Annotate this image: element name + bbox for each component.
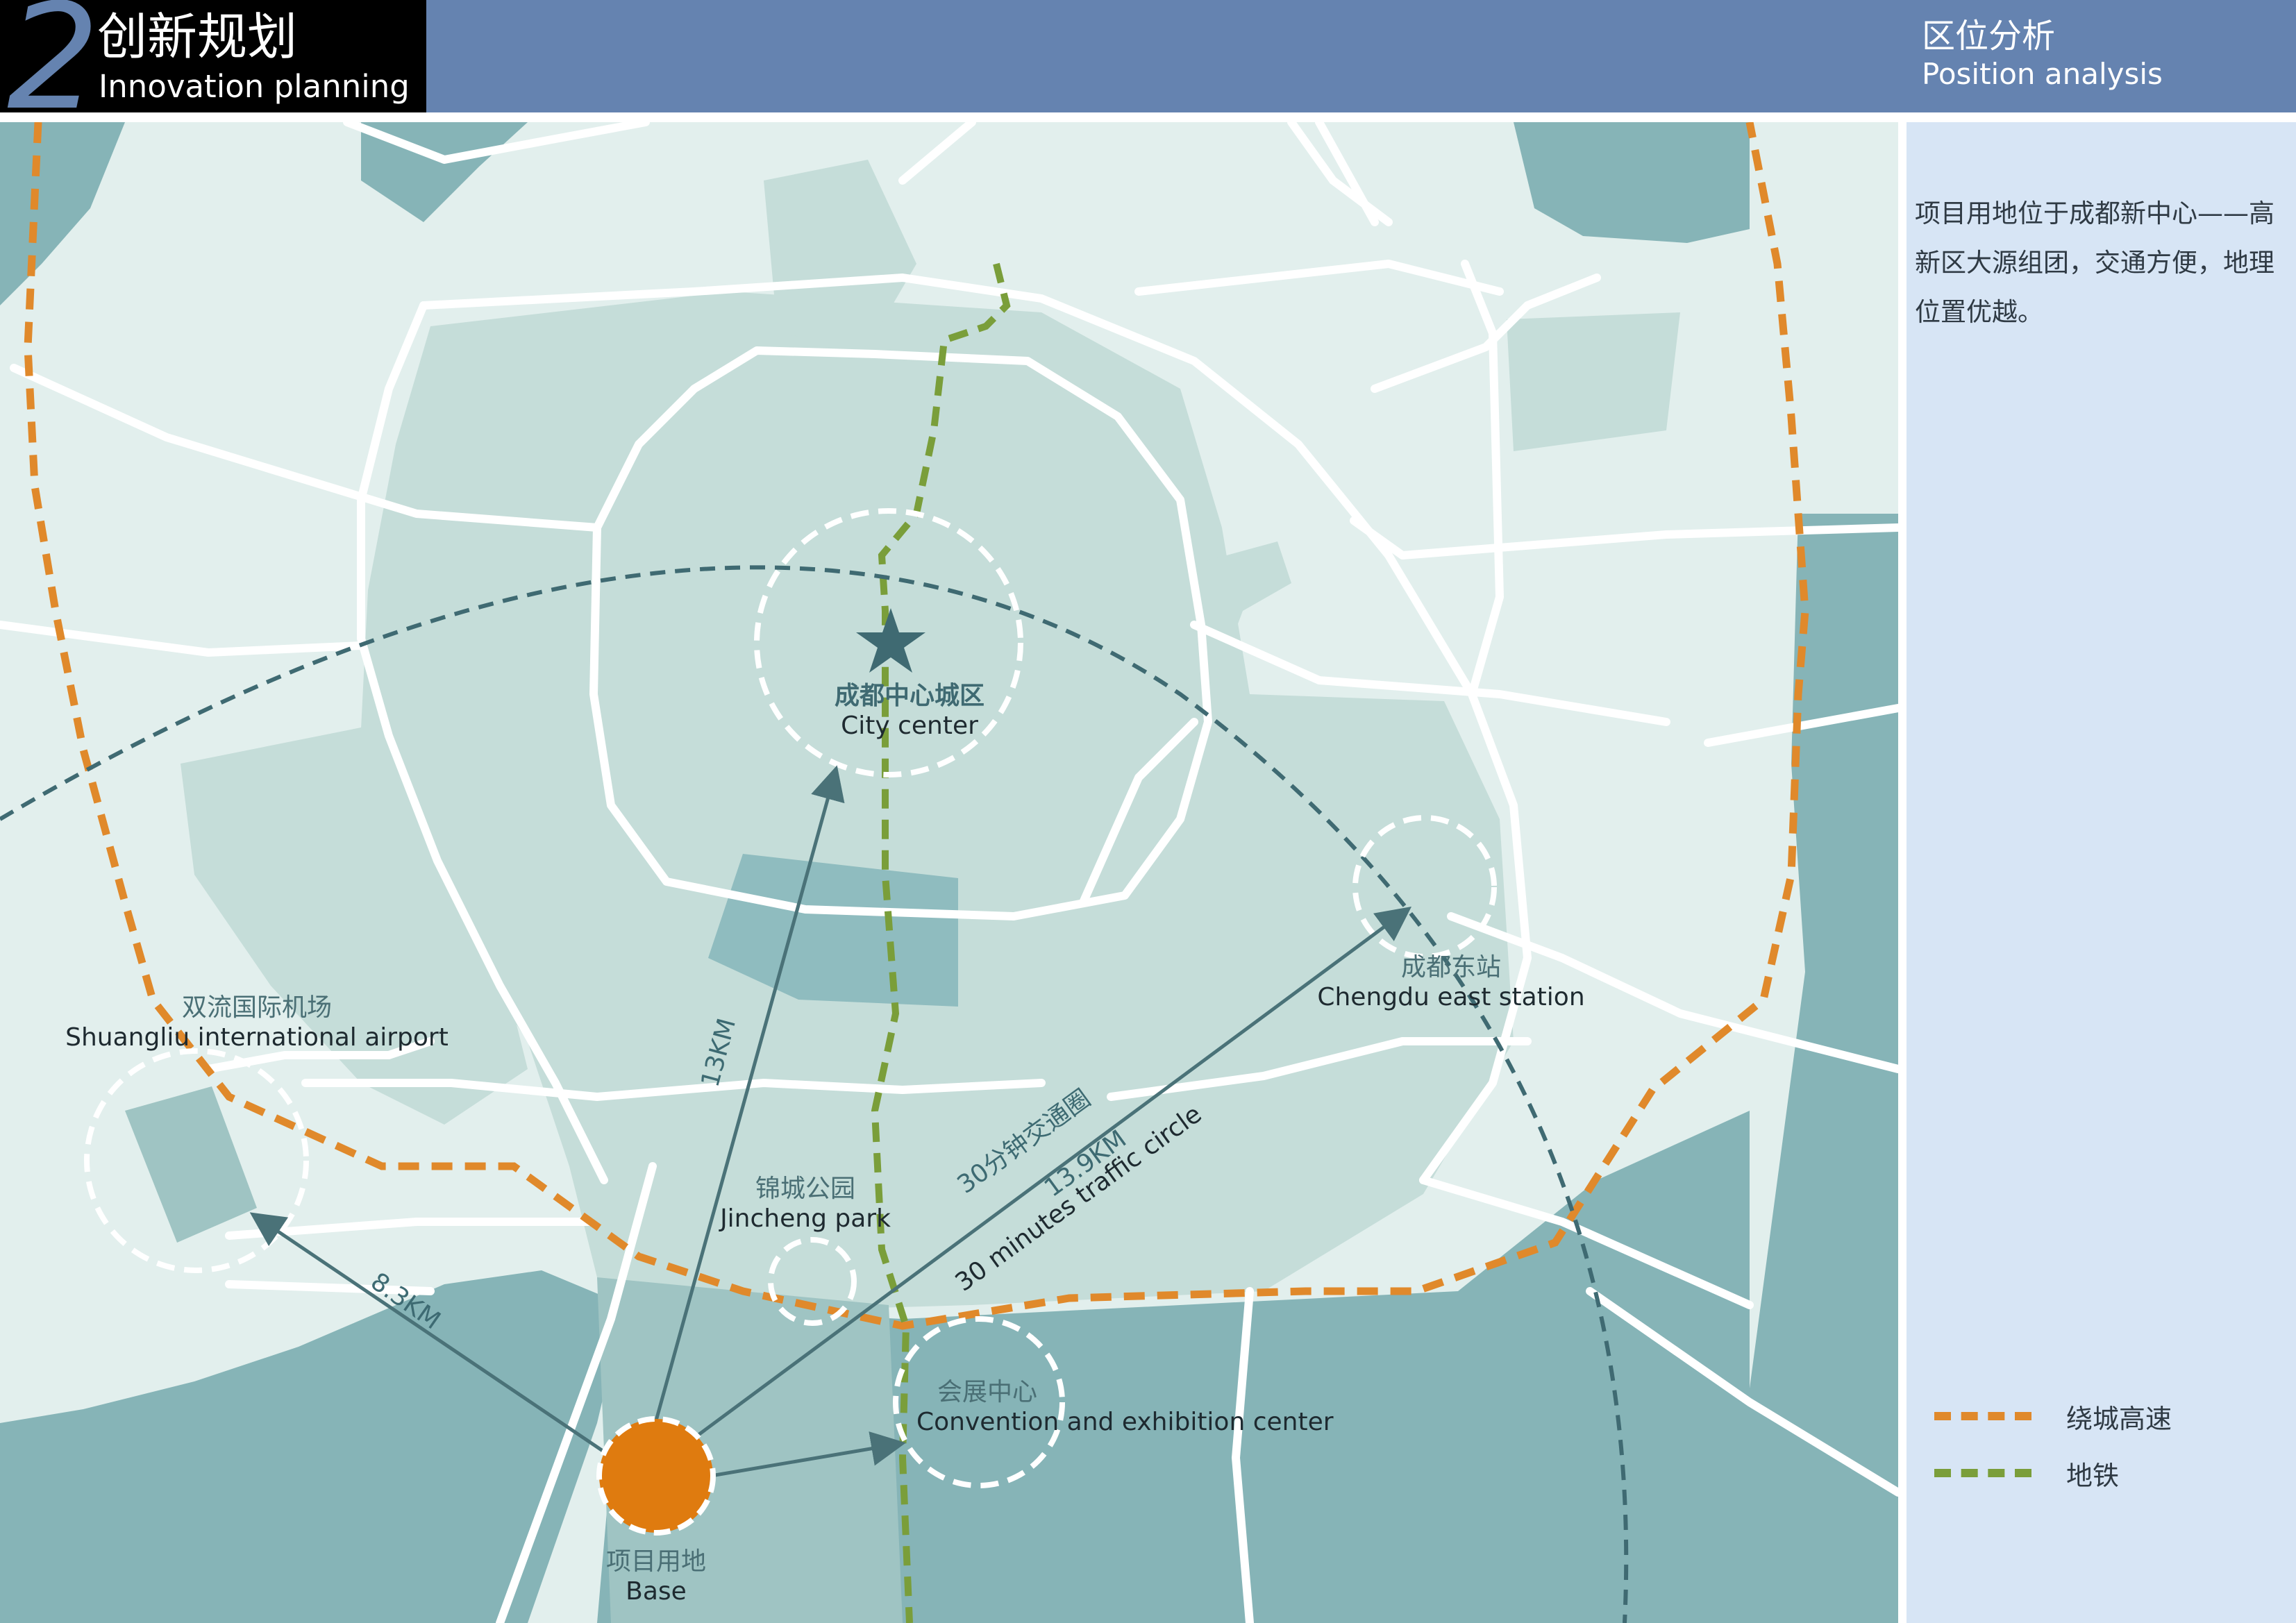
urban-area-core <box>361 292 1514 1312</box>
location-map: 成都中心城区 City center 成都东站 Chengdu east sta… <box>0 122 1898 1623</box>
ring-highway-swatch <box>1934 1412 2031 1420</box>
label-convention: 会展中心 Convention and exhibition center <box>916 1378 1334 1437</box>
urban-area-east-block <box>1507 312 1680 451</box>
chapter-number: 2 <box>7 0 100 142</box>
label-city-center: 成都中心城区 City center <box>834 682 984 741</box>
legend-label-metro: 地铁 <box>2066 1460 2120 1491</box>
dark-area-bottom-left <box>0 1270 625 1623</box>
label-park: 锦城公园 Jincheng park <box>720 1175 891 1234</box>
chapter-header: 2 创新规划 Innovation planning <box>0 0 426 131</box>
chapter-title-en: Innovation planning <box>99 68 410 105</box>
legend-metro: 地铁 <box>1934 1452 2119 1494</box>
metro-swatch <box>1934 1469 2031 1477</box>
dark-area-top-left <box>0 122 125 305</box>
legend-ring-highway: 绕城高速 <box>1934 1395 2172 1437</box>
description-panel: 项目用地位于成都新中心——高新区大源组团，交通方便，地理位置优越。 绕城高速 地… <box>1907 122 2296 1623</box>
section-title-en: Position analysis <box>1922 57 2163 91</box>
chapter-title-cn: 创新规划 <box>97 8 298 66</box>
label-airport: 双流国际机场 Shuangliu international airport <box>65 993 449 1052</box>
airport-building <box>125 1086 257 1243</box>
label-base: 项目用地 Base <box>605 1547 706 1606</box>
base-marker <box>596 1416 716 1536</box>
section-title-cn: 区位分析 <box>1922 17 2056 56</box>
dark-area-top-right <box>1514 122 1750 243</box>
label-east-station: 成都东站 Chengdu east station <box>1317 953 1585 1012</box>
dark-area-right <box>1750 514 1898 1623</box>
section-header: 区位分析 Position analysis <box>426 0 2296 112</box>
legend-label-ring-highway: 绕城高速 <box>2066 1403 2172 1434</box>
location-description: 项目用地位于成都新中心——高新区大源组团，交通方便，地理位置优越。 <box>1915 199 2274 327</box>
